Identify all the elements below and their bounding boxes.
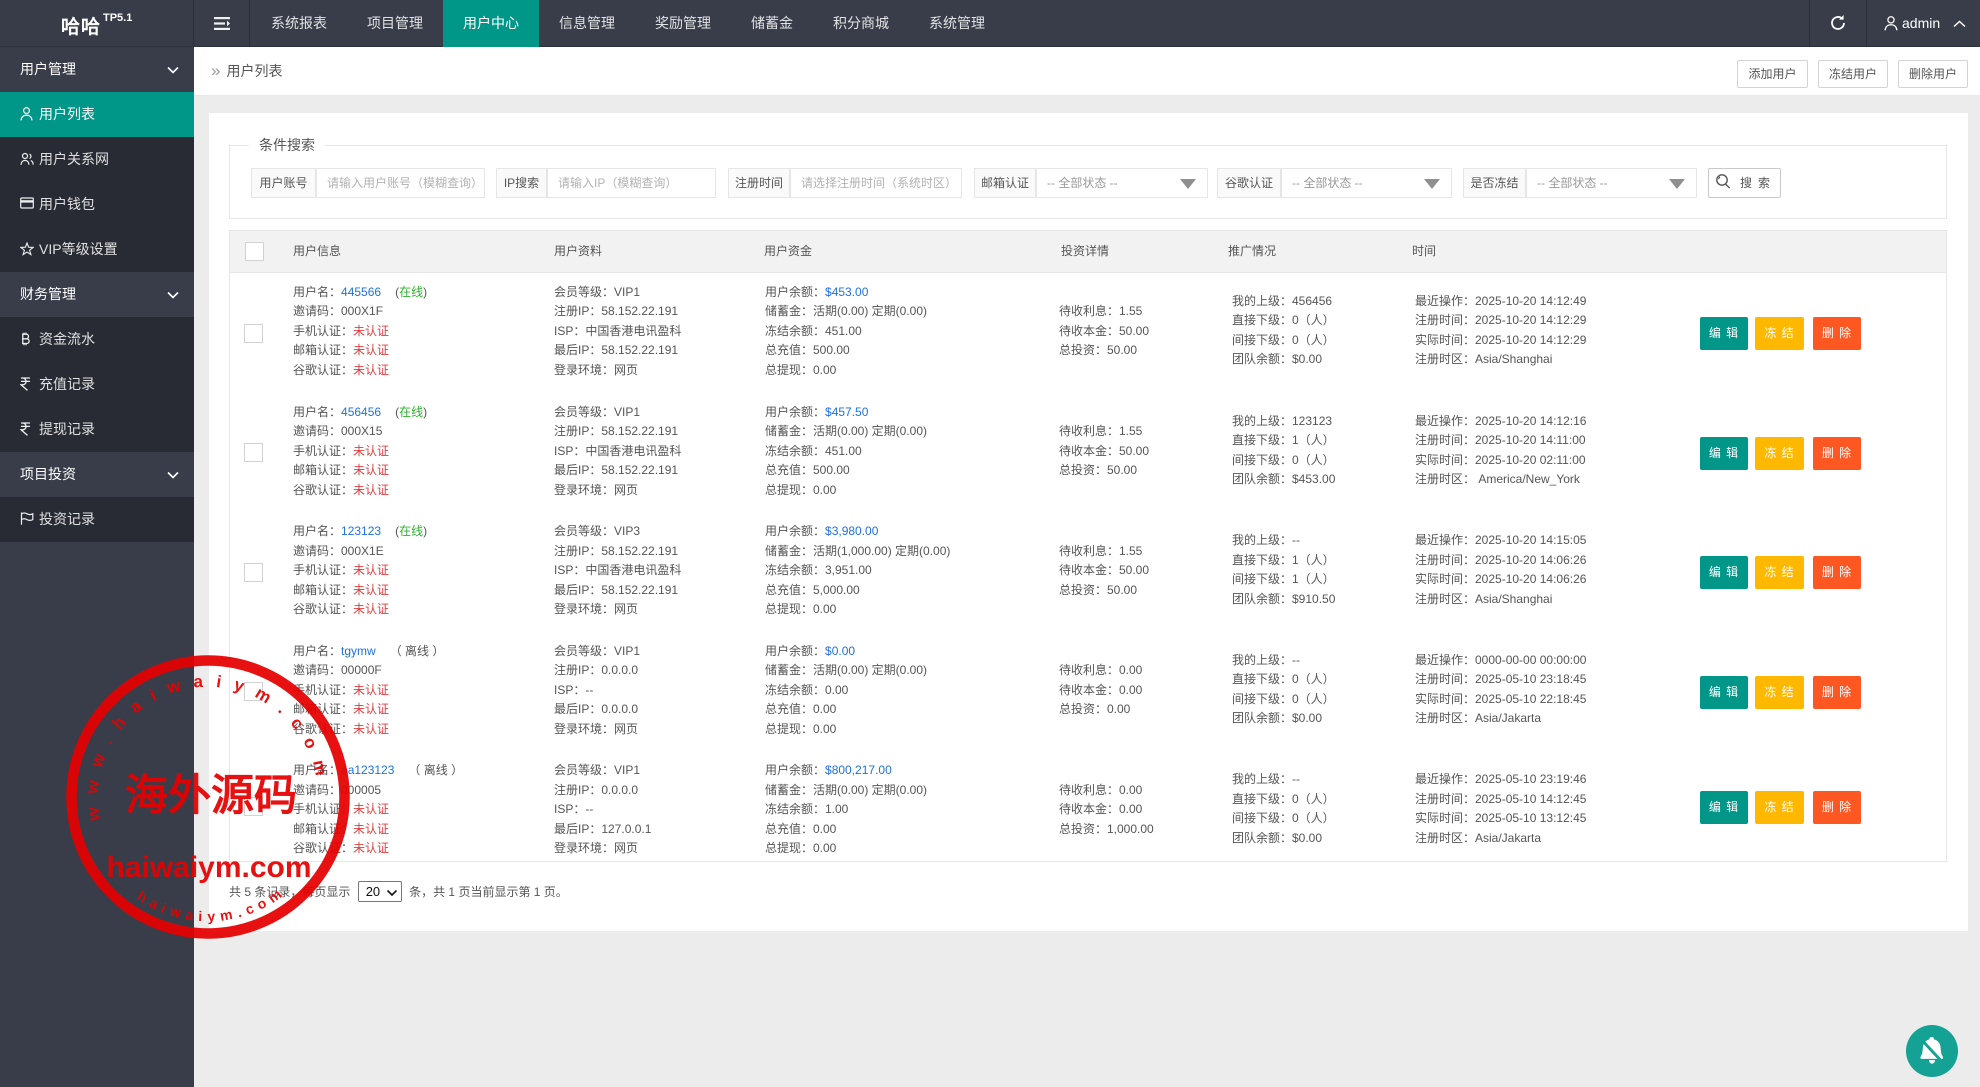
svg-text:haiwaiym.com: haiwaiym.com [106, 851, 311, 884]
svg-text:海外源码: 海外源码 [125, 772, 297, 820]
